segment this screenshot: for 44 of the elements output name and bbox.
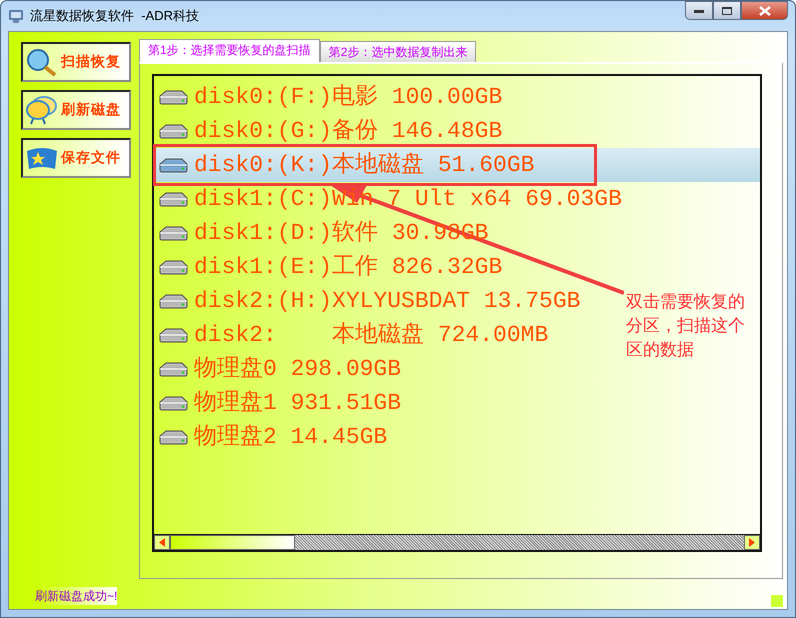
app-icon <box>8 8 24 24</box>
disk-list-item[interactable]: disk2:(H:)XYLYUSBDAT 13.75GB <box>154 284 580 318</box>
hard-drive-icon <box>158 326 188 344</box>
sidebar-button[interactable]: 扫描恢复 <box>21 42 131 82</box>
disk-list-item[interactable]: disk0:(G:)备份 146.48GB <box>154 114 502 148</box>
disk-list-item[interactable]: disk0:(K:)本地磁盘 51.60GB <box>154 148 760 182</box>
hard-drive-icon <box>158 88 188 106</box>
hard-drive-icon <box>158 122 188 140</box>
scrollbar-thumb[interactable] <box>170 535 295 550</box>
status-text: 刷新磁盘成功~! <box>35 587 118 605</box>
minimize-icon <box>694 8 704 12</box>
sidebar-button[interactable]: 刷新磁盘 <box>21 90 131 130</box>
disk-list-item[interactable]: disk0:(F:)电影 100.00GB <box>154 80 502 114</box>
maximize-button[interactable] <box>713 1 741 20</box>
window-title: 流星数据恢复软件 -ADR科技 <box>30 7 199 26</box>
tab[interactable]: 第2步：选中数据复制出来 <box>320 41 476 62</box>
hard-drive-icon <box>158 258 188 276</box>
minimize-button[interactable] <box>685 1 713 20</box>
annotation-text: 双击需要恢复的分区，扫描这个区的数据 <box>626 291 746 361</box>
disk-list-item[interactable]: disk1:(C:)Win 7 Ult x64 69.03GB <box>154 182 622 216</box>
disk-list-item[interactable]: 物理盘1 931.51GB <box>154 386 402 420</box>
hard-drive-icon <box>158 394 188 412</box>
scroll-left-button[interactable] <box>154 535 170 550</box>
disk-list-item[interactable]: disk1:(E:)工作 826.32GB <box>154 250 502 284</box>
hard-drive-icon <box>158 292 188 310</box>
scroll-right-button[interactable] <box>744 535 760 550</box>
close-button[interactable] <box>741 1 788 20</box>
close-icon <box>758 6 770 16</box>
horizontal-scrollbar[interactable] <box>154 534 760 550</box>
disk-list-item[interactable]: 物理盘2 14.45GB <box>154 420 388 454</box>
maximize-icon <box>722 6 732 14</box>
tab[interactable]: 第1步：选择需要恢复的盘扫描 <box>139 39 320 62</box>
hard-drive-icon <box>158 360 188 378</box>
magnifier-icon <box>25 47 59 77</box>
left-triangle-icon <box>159 538 165 547</box>
sidebar-button[interactable]: 保存文件 <box>21 138 131 178</box>
hard-drive-icon <box>158 156 188 174</box>
right-triangle-icon <box>749 538 755 547</box>
disk-list-item[interactable]: 物理盘0 298.09GB <box>154 352 402 386</box>
disk-list-item[interactable]: disk2: 本地磁盘 724.00MB <box>154 318 548 352</box>
resize-grip[interactable] <box>771 595 783 607</box>
hard-drive-icon <box>158 428 188 446</box>
hard-drive-icon <box>158 190 188 208</box>
hard-drive-icon <box>158 224 188 242</box>
